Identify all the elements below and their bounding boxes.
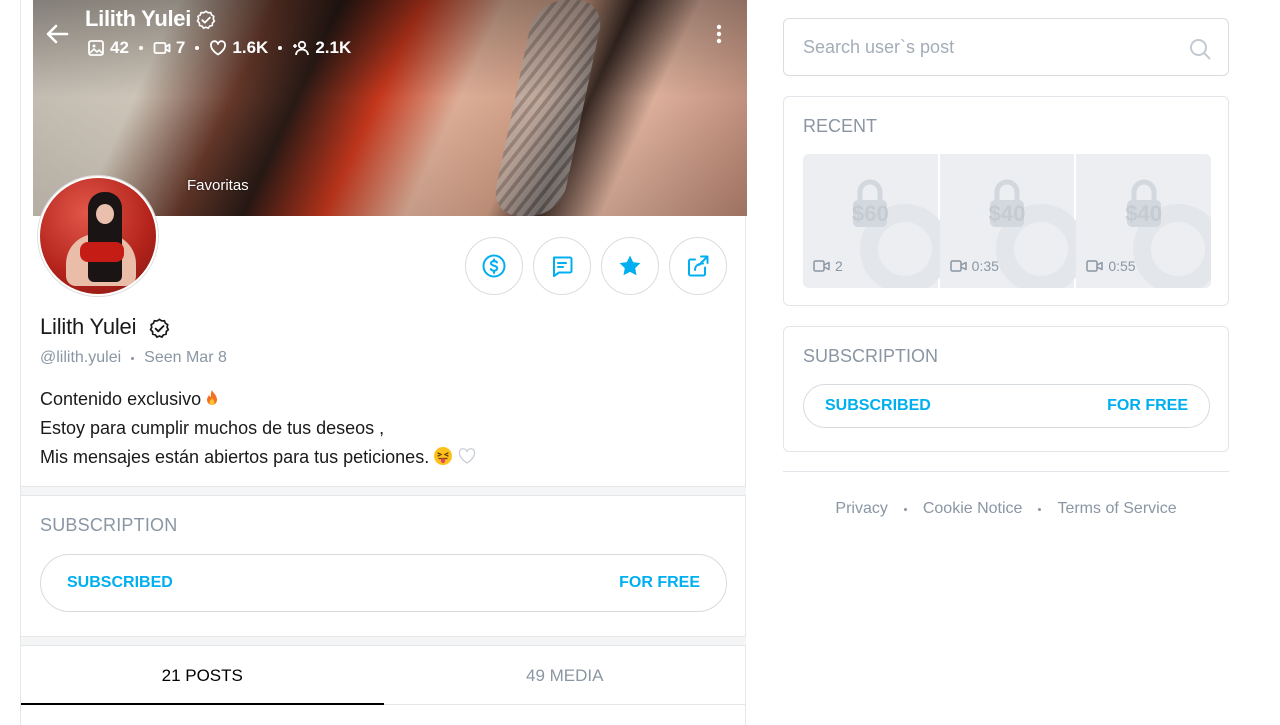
recent-post-thumb[interactable]: $60 2 [803, 154, 950, 288]
sidebar-subscription-title: SUBSCRIPTION [803, 346, 939, 366]
sidebar-subscription-price: FOR FREE [1107, 397, 1188, 414]
tab-media[interactable]: 49 MEDIA [384, 647, 747, 704]
bio-line-text: Contenido exclusivo [40, 389, 202, 409]
stat-separator [138, 46, 143, 50]
video-icon [153, 42, 171, 54]
stat-likes: 1.6K [209, 38, 268, 58]
recent-price: $40 [988, 201, 1026, 226]
subscribed-button[interactable]: SUBSCRIBED FOR FREE [40, 554, 727, 612]
content-tabs: 21 POSTS 49 MEDIA [21, 647, 746, 705]
dollar-icon [482, 254, 506, 278]
fans-icon [293, 40, 310, 56]
video-icon [1086, 260, 1104, 272]
search-input[interactable] [803, 33, 1163, 61]
sidebar-subscription-status: SUBSCRIBED [825, 397, 931, 414]
star-icon [619, 255, 641, 276]
stat-photos: 42 [87, 38, 129, 58]
stat-fans: 2.1K [292, 38, 351, 58]
heart-icon [210, 40, 227, 56]
cover-label: Favoritas [187, 177, 249, 194]
cookie-notice-link[interactable]: Cookie Notice [923, 500, 1023, 518]
heart-outline-icon [459, 448, 476, 464]
stat-photos-count: 42 [110, 38, 129, 57]
subscription-price: FOR FREE [619, 574, 700, 591]
subscription-card: SUBSCRIPTION SUBSCRIBED FOR FREE [783, 326, 1229, 452]
recent-meta-value: 2 [835, 258, 843, 274]
verified-badge-icon [149, 318, 170, 339]
terms-link[interactable]: Terms of Service [1057, 500, 1176, 518]
recent-meta: 0:35 [949, 258, 999, 274]
tip-button[interactable] [465, 237, 523, 295]
section-divider [21, 636, 746, 646]
bio-line: Estoy para cumplir muchos de tus deseos … [40, 418, 385, 438]
tongue-emoji-icon [434, 447, 453, 465]
image-icon [88, 40, 104, 56]
sidebar-subscribed-button[interactable]: SUBSCRIBED FOR FREE [803, 384, 1210, 428]
recent-meta: 0:55 [1086, 258, 1136, 274]
recent-thumbnails: $60 2 $40 0:35 $40 0:55 [803, 154, 1211, 288]
profile-page: Favoritas Lilith Yulei 42 7 1.6K 2.1K Li… [0, 0, 1280, 725]
profile-actions [465, 237, 727, 295]
share-button[interactable] [669, 237, 727, 295]
recent-price: $60 [851, 201, 889, 226]
bio-line: Mis mensajes están abiertos para tus pet… [40, 443, 477, 472]
profile-name: Lilith Yulei [40, 314, 137, 339]
message-icon [552, 256, 573, 277]
fire-emoji-icon [207, 390, 218, 405]
profile-handle: @lilith.yulei [40, 349, 122, 366]
subscription-status: SUBSCRIBED [67, 574, 173, 591]
avatar[interactable] [38, 176, 158, 296]
stat-videos: 7 [153, 38, 185, 58]
separator-dot [1038, 507, 1042, 511]
footer-divider [783, 471, 1229, 472]
header-profile-name: Lilith Yulei [85, 6, 192, 31]
recent-meta-value: 0:35 [971, 258, 999, 274]
recent-post-thumb[interactable]: $40 0:55 [1076, 154, 1211, 288]
separator-dot [131, 356, 135, 360]
avatar-figure [96, 204, 114, 224]
recent-post-thumb[interactable]: $40 0:35 [939, 154, 1087, 288]
message-button[interactable] [533, 237, 591, 295]
more-options-icon[interactable] [709, 22, 729, 46]
profile-handle-line: @lilith.yulei Seen Mar 8 [40, 349, 227, 367]
bio-line: Contenido exclusivo [40, 385, 477, 414]
profile-bio: Contenido exclusivo Estoy para cumplir m… [40, 385, 477, 472]
recent-meta-value: 0:55 [1108, 258, 1136, 274]
verified-badge-icon [196, 10, 216, 30]
recent-price: $40 [1125, 201, 1163, 226]
video-icon [949, 260, 967, 272]
tab-posts[interactable]: 21 POSTS [21, 647, 384, 705]
search-box[interactable] [783, 18, 1229, 76]
stat-fans-count: 2.1K [315, 38, 352, 57]
stat-separator [278, 46, 283, 50]
back-arrow-icon[interactable] [41, 18, 73, 50]
stat-separator [195, 46, 200, 50]
stat-videos-count: 7 [175, 38, 186, 57]
video-icon [813, 260, 830, 272]
favorite-button[interactable] [601, 237, 659, 295]
recent-title: RECENT [803, 116, 878, 136]
privacy-link[interactable]: Privacy [835, 500, 887, 518]
share-icon [688, 255, 709, 277]
section-divider [21, 486, 746, 496]
search-icon[interactable] [1188, 37, 1212, 61]
stat-likes-count: 1.6K [232, 38, 269, 57]
recent-meta: 2 [813, 258, 843, 274]
footer-links: Privacy Cookie Notice Terms of Service [783, 500, 1229, 518]
recent-card: RECENT $60 2 $40 0:35 $40 0:55 [783, 96, 1229, 306]
profile-header-bar: Lilith Yulei 42 7 1.6K 2.1K [33, 0, 747, 70]
avatar-figure [80, 242, 124, 262]
profile-stats: 42 7 1.6K 2.1K [87, 38, 351, 58]
bio-line-text: Mis mensajes están abiertos para tus pet… [40, 447, 430, 467]
profile-main-column: Favoritas Lilith Yulei 42 7 1.6K 2.1K Li… [20, 0, 747, 725]
subscription-title: SUBSCRIPTION [40, 515, 178, 535]
last-seen: Seen Mar 8 [144, 349, 227, 366]
separator-dot [903, 507, 907, 511]
